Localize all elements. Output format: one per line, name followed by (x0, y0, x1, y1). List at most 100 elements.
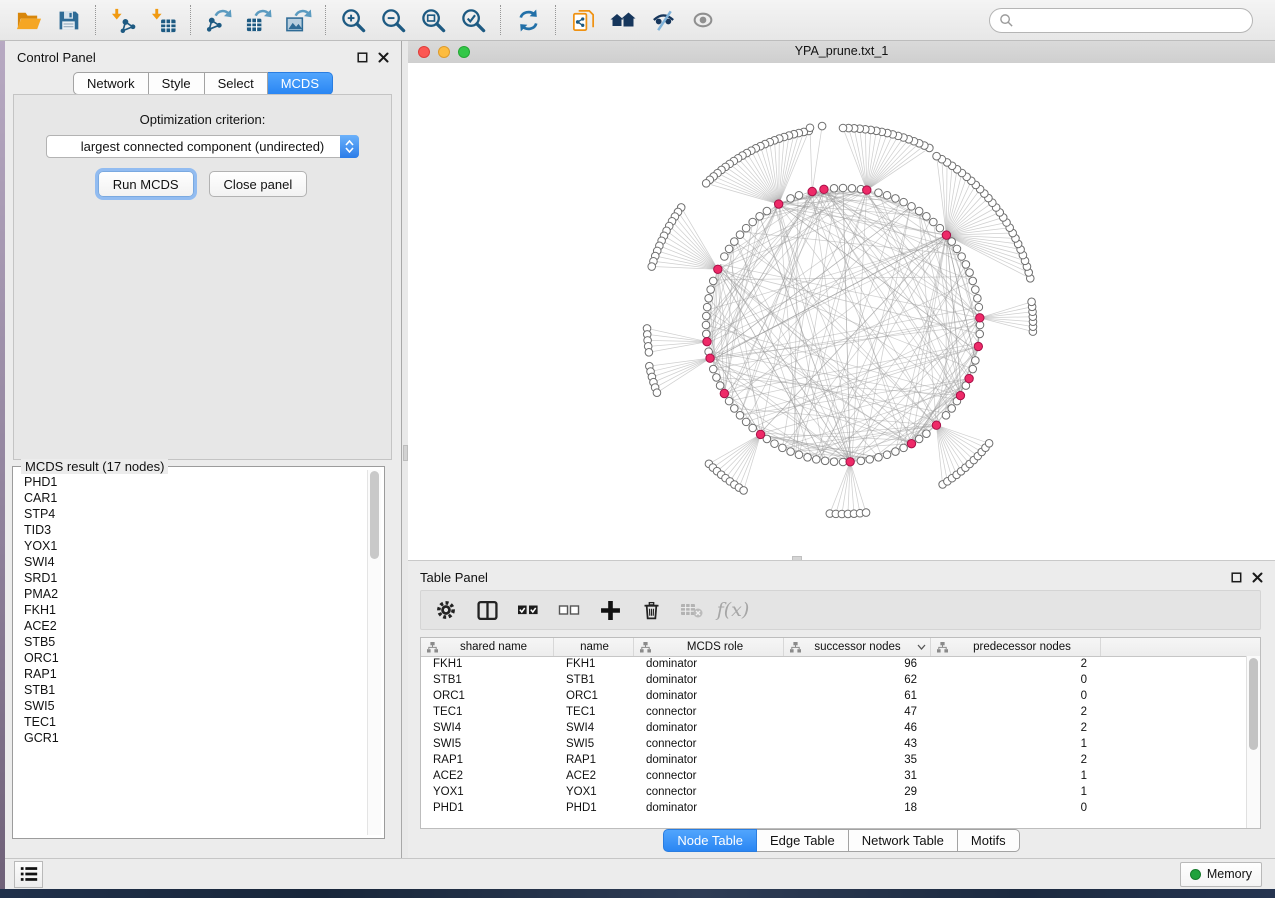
network-canvas[interactable] (408, 63, 1275, 560)
list-item[interactable]: TID3 (24, 522, 368, 538)
tab-style[interactable]: Style (149, 72, 205, 95)
search-field[interactable] (989, 8, 1253, 33)
task-history-icon[interactable] (14, 861, 43, 888)
unselect-all-rows-icon[interactable] (556, 597, 582, 623)
network-node[interactable] (705, 294, 713, 302)
close-panel-icon[interactable] (1251, 571, 1263, 583)
tab-select[interactable]: Select (205, 72, 268, 95)
network-node[interactable] (969, 277, 977, 285)
table-row[interactable]: ACE2ACE2connector311 (421, 768, 1247, 784)
network-node[interactable] (883, 451, 891, 459)
zoom-fit-icon[interactable] (413, 3, 453, 37)
window-close-icon[interactable] (418, 46, 430, 58)
network-node[interactable] (958, 253, 966, 261)
apply-layout-icon[interactable] (508, 3, 548, 37)
zoom-out-icon[interactable] (373, 3, 413, 37)
list-item[interactable]: PMA2 (24, 586, 368, 602)
save-session-icon[interactable] (48, 3, 88, 37)
export-network-icon[interactable] (198, 3, 238, 37)
tab-motifs[interactable]: Motifs (958, 829, 1020, 852)
network-node[interactable] (915, 207, 923, 215)
column-header-MCDS-role[interactable]: MCDS role (634, 638, 784, 656)
run-mcds-button[interactable]: Run MCDS (98, 171, 194, 197)
mcds-node[interactable] (703, 337, 711, 345)
splitter-grip[interactable] (403, 445, 408, 461)
network-node[interactable] (709, 277, 717, 285)
mcds-node[interactable] (965, 374, 973, 382)
table-row[interactable]: SWI4SWI4dominator462 (421, 720, 1247, 736)
network-node[interactable] (740, 487, 748, 495)
network-node[interactable] (731, 238, 739, 246)
network-node[interactable] (966, 269, 974, 277)
list-item[interactable]: PHD1 (24, 474, 368, 490)
network-node[interactable] (731, 405, 739, 413)
float-panel-icon[interactable] (1230, 571, 1242, 583)
network-node[interactable] (985, 440, 993, 448)
tab-node-table[interactable]: Node Table (663, 829, 757, 852)
network-node[interactable] (818, 122, 826, 130)
list-item[interactable]: RAP1 (24, 666, 368, 682)
network-node[interactable] (1028, 298, 1036, 306)
network-node[interactable] (942, 412, 950, 420)
network-node[interactable] (707, 286, 715, 294)
table-row[interactable]: ORC1ORC1dominator610 (421, 688, 1247, 704)
mcds-node[interactable] (720, 389, 728, 397)
table-row[interactable]: SWI5SWI5connector431 (421, 736, 1247, 752)
network-node[interactable] (736, 412, 744, 420)
network-node[interactable] (862, 509, 870, 517)
network-node[interactable] (976, 330, 984, 338)
list-item[interactable]: GCR1 (24, 730, 368, 746)
table-row[interactable]: RAP1RAP1dominator352 (421, 752, 1247, 768)
list-item[interactable]: YOX1 (24, 538, 368, 554)
list-item[interactable]: ORC1 (24, 650, 368, 666)
network-node[interactable] (804, 454, 812, 462)
zoom-in-icon[interactable] (333, 3, 373, 37)
close-panel-button[interactable]: Close panel (209, 171, 308, 197)
list-item[interactable]: SWI4 (24, 554, 368, 570)
list-item[interactable]: STB1 (24, 682, 368, 698)
list-item[interactable]: FKH1 (24, 602, 368, 618)
import-table-icon[interactable] (143, 3, 183, 37)
network-node[interactable] (702, 330, 710, 338)
export-image-icon[interactable] (278, 3, 318, 37)
network-node[interactable] (953, 245, 961, 253)
delete-columns-icon[interactable] (638, 597, 664, 623)
network-node[interactable] (923, 213, 931, 221)
network-node[interactable] (645, 348, 653, 356)
network-node[interactable] (806, 124, 814, 132)
list-item[interactable]: SRD1 (24, 570, 368, 586)
network-node[interactable] (749, 424, 757, 432)
network-node[interactable] (703, 303, 711, 311)
show-eye-icon[interactable] (683, 3, 723, 37)
column-header-predecessor-nodes[interactable]: predecessor nodes (931, 638, 1101, 656)
network-node[interactable] (763, 207, 771, 215)
network-node[interactable] (787, 448, 795, 456)
clone-network-icon[interactable] (563, 3, 603, 37)
mcds-node[interactable] (863, 186, 871, 194)
mcds-node[interactable] (846, 458, 854, 466)
network-node[interactable] (779, 444, 787, 452)
window-minimize-icon[interactable] (438, 46, 450, 58)
optimization-criterion-select[interactable]: largest connected component (undirected) (46, 135, 359, 158)
network-node[interactable] (725, 245, 733, 253)
network-node[interactable] (969, 365, 977, 373)
network-node[interactable] (892, 448, 900, 456)
list-item[interactable]: STB5 (24, 634, 368, 650)
float-panel-icon[interactable] (356, 51, 368, 63)
network-node[interactable] (721, 253, 729, 261)
network-node[interactable] (749, 218, 757, 226)
memory-button[interactable]: Memory (1180, 862, 1262, 887)
network-node[interactable] (702, 321, 710, 329)
mcds-list-scrollbar[interactable] (367, 470, 381, 835)
network-node[interactable] (839, 124, 847, 132)
network-node[interactable] (709, 365, 717, 373)
network-node[interactable] (716, 382, 724, 390)
search-input[interactable] (1019, 12, 1243, 29)
list-item[interactable]: STP4 (24, 506, 368, 522)
network-node[interactable] (653, 389, 661, 397)
network-node[interactable] (812, 456, 820, 464)
network-node[interactable] (948, 405, 956, 413)
mcds-node[interactable] (976, 314, 984, 322)
network-node[interactable] (875, 454, 883, 462)
list-item[interactable]: SWI5 (24, 698, 368, 714)
